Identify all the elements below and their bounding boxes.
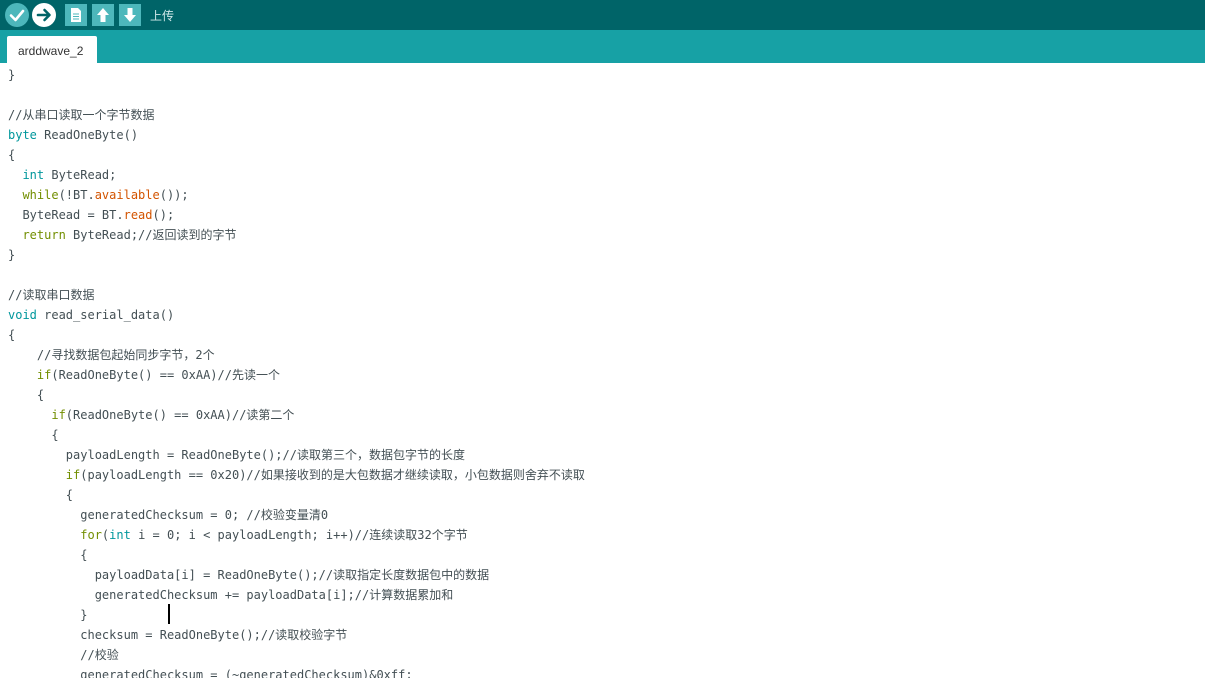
code-line: if(ReadOneByte() == 0xAA)//读第二个 — [8, 405, 294, 425]
code-text: } — [8, 68, 16, 82]
code-text: { — [8, 388, 45, 402]
code-text: ByteRead = BT. — [8, 208, 124, 222]
arduino-ide-window: 上传 arddwave_2 } //从串口读取一个字节数据 byte ReadOne… — [0, 0, 1205, 678]
code-line: payloadData[i] = ReadOneByte();//读取指定长度数… — [8, 565, 489, 585]
code-text: generatedChecksum += payloadData[i];//计算… — [8, 588, 454, 602]
code-text: } — [8, 608, 88, 622]
code-text: (ReadOneByte() == 0xAA)//先读一个 — [51, 368, 280, 382]
code-keyword: if — [8, 368, 52, 382]
arrow-right-icon — [36, 8, 51, 22]
code-text: generatedChecksum = 0; //校验变量清0 — [8, 508, 329, 522]
code-line: } — [8, 605, 87, 625]
code-text: ()); — [159, 188, 189, 202]
code-text: generatedChecksum = (~generatedChecksum)… — [8, 668, 413, 678]
tab-bar: arddwave_2 — [0, 30, 1205, 63]
toolbar-hover-label: 上传 — [150, 9, 175, 23]
code-text: payloadData[i] = ReadOneByte();//读取指定长度数… — [8, 568, 490, 582]
code-text: payloadLength = ReadOneByte();//读取第三个，数据… — [8, 448, 465, 462]
code-line: } — [8, 245, 15, 265]
upload-button[interactable] — [32, 3, 56, 27]
code-text: { — [8, 148, 16, 162]
code-line: { — [8, 385, 44, 405]
code-line: if(payloadLength == 0x20)//如果接收到的是大包数据才继… — [8, 465, 585, 485]
code-line: checksum = ReadOneByte();//读取校验字节 — [8, 625, 347, 645]
code-line: while(!BT.available()); — [8, 185, 189, 205]
code-line: } — [8, 65, 15, 85]
code-type: void — [8, 308, 37, 322]
code-line: payloadLength = ReadOneByte();//读取第三个，数据… — [8, 445, 465, 465]
code-text: //寻找数据包起始同步字节，2个 — [8, 348, 215, 362]
code-text: } — [8, 248, 16, 262]
code-keyword: if — [8, 408, 66, 422]
code-text: { — [8, 328, 16, 342]
arrow-down-icon — [124, 8, 136, 22]
code-function: available — [94, 188, 160, 202]
code-line: { — [8, 425, 59, 445]
code-type: int — [8, 168, 45, 182]
code-line: //读取串口数据 — [8, 285, 94, 305]
code-text: { — [8, 488, 74, 502]
new-file-icon — [71, 8, 81, 22]
code-keyword: if — [8, 468, 81, 482]
arrow-up-icon — [97, 8, 109, 22]
code-line: if(ReadOneByte() == 0xAA)//先读一个 — [8, 365, 280, 385]
code-type: int — [109, 528, 131, 542]
code-line: generatedChecksum = (~generatedChecksum)… — [8, 665, 413, 678]
code-text: (ReadOneByte() == 0xAA)//读第二个 — [65, 408, 295, 422]
new-sketch-button[interactable] — [65, 4, 87, 26]
code-text: { — [8, 428, 59, 442]
code-text: ReadOneByte() — [36, 128, 139, 142]
code-function: read — [123, 208, 153, 222]
save-sketch-button[interactable] — [119, 4, 141, 26]
code-text: //读取串口数据 — [8, 288, 95, 302]
code-text: (payloadLength == 0x20)//如果接收到的是大包数据才继续读… — [80, 468, 585, 482]
toolbar: 上传 — [0, 0, 1205, 30]
code-line: { — [8, 325, 15, 345]
code-text: ByteRead;//返回读到的字节 — [65, 228, 237, 242]
open-sketch-button[interactable] — [92, 4, 114, 26]
code-line: generatedChecksum += payloadData[i];//计算… — [8, 585, 454, 605]
code-line: //寻找数据包起始同步字节，2个 — [8, 345, 215, 365]
code-line: byte ReadOneByte() — [8, 125, 138, 145]
code-text: //校验 — [8, 648, 119, 662]
code-text: read_serial_data() — [36, 308, 175, 322]
code-line: //校验 — [8, 645, 119, 665]
code-line: for(int i = 0; i < payloadLength; i++)//… — [8, 525, 468, 545]
code-line: int ByteRead; — [8, 165, 116, 185]
code-line: { — [8, 545, 87, 565]
code-text: ByteRead; — [44, 168, 117, 182]
code-text: i = 0; i < payloadLength; i++)//连续读取32个字… — [130, 528, 468, 542]
code-type: byte — [8, 128, 37, 142]
code-text: { — [8, 548, 88, 562]
code-keyword: for — [8, 528, 102, 542]
code-line: { — [8, 145, 15, 165]
code-line: return ByteRead;//返回读到的字节 — [8, 225, 237, 245]
tab-arddwave-2[interactable]: arddwave_2 — [7, 36, 97, 63]
text-cursor — [168, 604, 170, 624]
code-text: (); — [152, 208, 175, 222]
code-line: ByteRead = BT.read(); — [8, 205, 174, 225]
code-text: checksum = ReadOneByte();//读取校验字节 — [8, 628, 348, 642]
code-keyword: while — [8, 188, 59, 202]
code-line: { — [8, 485, 73, 505]
code-editor[interactable]: } //从串口读取一个字节数据 byte ReadOneByte() { int By… — [0, 63, 1205, 678]
code-line: //从串口读取一个字节数据 — [8, 105, 154, 125]
code-line: generatedChecksum = 0; //校验变量清0 — [8, 505, 328, 525]
verify-button[interactable] — [5, 3, 29, 27]
check-icon — [9, 9, 25, 22]
code-text: (!BT. — [58, 188, 95, 202]
code-line: void read_serial_data() — [8, 305, 174, 325]
code-keyword: return — [8, 228, 66, 242]
tab-label: arddwave_2 — [18, 44, 84, 58]
code-text: //从串口读取一个字节数据 — [8, 108, 155, 122]
